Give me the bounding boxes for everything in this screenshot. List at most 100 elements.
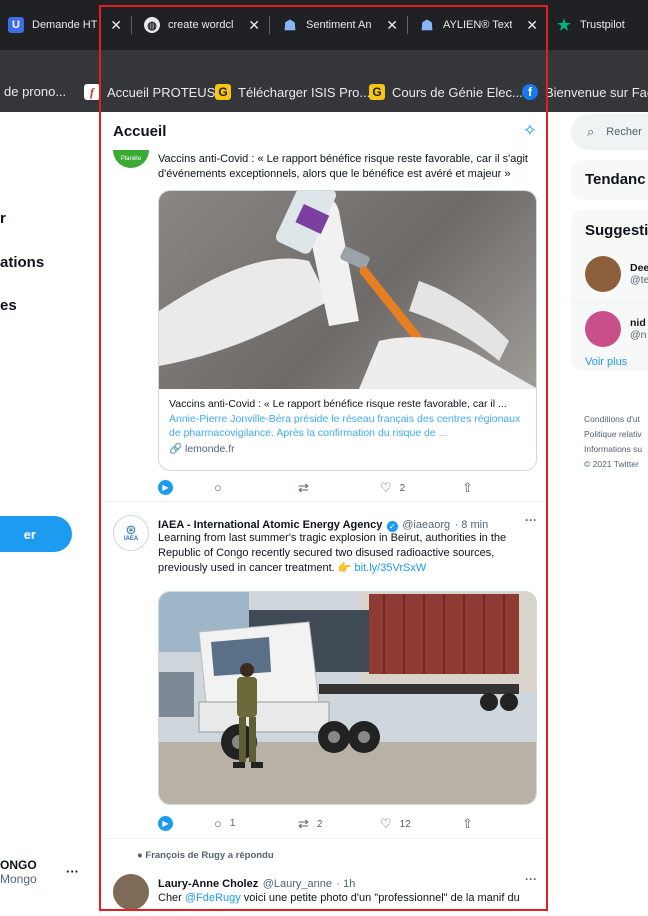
alien-icon: ☗	[420, 16, 434, 33]
retweet-button[interactable]: ⇄ 2	[298, 816, 322, 832]
suggestion-name: Dee	[630, 262, 648, 274]
share-button[interactable]: ⇧	[462, 480, 481, 496]
mention-link[interactable]: @FdeRugy	[185, 892, 241, 904]
timeline-header: Accueil ✧	[101, 112, 547, 150]
close-icon[interactable]: ✕	[248, 17, 260, 34]
more-icon[interactable]: ···	[66, 864, 79, 879]
browser-tab[interactable]: ☗ AYLIEN® Text ✕	[411, 8, 546, 42]
globe-icon: ◍	[144, 17, 160, 33]
tweet-link[interactable]: bit.ly/35VrSxW	[355, 562, 427, 574]
footer-link[interactable]: Conditions d'ut	[584, 412, 642, 427]
tweet-time[interactable]: · 1h	[336, 878, 355, 890]
avatar-label: Planète	[120, 156, 142, 162]
tweet-text: Learning from last summer's tragic explo…	[158, 531, 538, 576]
tweet-actions: ▶ ○ ⇄ ♡ 2 ⇧	[158, 480, 478, 498]
more-icon[interactable]: ···	[525, 513, 537, 527]
tweet-button[interactable]: er	[0, 516, 72, 552]
bookmark-item[interactable]: f Bienvenue sur Face	[522, 84, 648, 100]
bookmark-label: Bienvenue sur Face	[545, 84, 648, 100]
retweet-icon: ⇄	[298, 816, 309, 831]
share-icon: ⇧	[462, 816, 473, 831]
vaccine-illustration	[159, 191, 536, 389]
suggestion-handle: @n	[630, 329, 647, 341]
browser-tab[interactable]: ☗ Sentiment An ✕	[274, 8, 406, 42]
author-handle[interactable]: @Laury_anne	[263, 878, 332, 890]
g-icon: G	[369, 84, 385, 100]
tweet-text: Cher @FdeRugy voici une petite photo d'u…	[158, 891, 538, 906]
tweet-actions: ▶ ○ 1 ⇄ 2 ♡ 12 ⇧	[158, 816, 478, 834]
sparkle-icon[interactable]: ✧	[523, 121, 537, 141]
bookmark-item[interactable]: G Cours de Génie Elec...	[369, 84, 523, 100]
avatar[interactable]	[585, 311, 621, 347]
bookmark-item[interactable]: de prono...	[4, 84, 66, 99]
footer-link[interactable]: Politique relativ	[584, 427, 642, 442]
g-icon: G	[215, 84, 231, 100]
browser-tab[interactable]: ◍ create wordcl ✕	[136, 8, 268, 42]
close-icon[interactable]: ✕	[110, 17, 122, 34]
search-placeholder: Recher	[606, 126, 642, 138]
nav-item[interactable]: r	[0, 210, 6, 227]
author-name[interactable]: IAEA - International Atomic Energy Agenc…	[158, 519, 382, 531]
footer-links: Conditions d'ut Politique relativ Inform…	[584, 412, 642, 472]
nav-item[interactable]: ations	[0, 254, 44, 271]
nav-item[interactable]: es	[0, 297, 17, 314]
retweet-button[interactable]: ⇄	[298, 480, 317, 496]
play-button[interactable]: ▶	[158, 816, 173, 831]
browser-toolbar	[0, 50, 648, 72]
tweet-text-body: Learning from last summer's tragic explo…	[158, 532, 507, 574]
account-name: ONGO	[0, 858, 37, 872]
author-handle[interactable]: @iaeaorg	[402, 519, 450, 531]
play-button[interactable]: ▶	[158, 480, 173, 495]
suggestion-item[interactable]: nid @n	[630, 317, 647, 341]
card-body: Vaccins anti-Covid : « Le rapport bénéfi…	[159, 389, 536, 464]
reply-context-text[interactable]: François de Rugy a répondu	[145, 850, 273, 861]
link-card[interactable]: Vaccins anti-Covid : « Le rapport bénéfi…	[158, 190, 537, 471]
alien-icon: ☗	[283, 16, 297, 33]
bookmark-item[interactable]: G Télécharger ISIS Pro...	[215, 84, 370, 100]
pointing-hand-icon: 👉	[337, 562, 352, 574]
tweet[interactable]: ● François de Rugy a répondu Laury-Anne …	[101, 840, 547, 916]
like-button[interactable]: ♡ 2	[380, 480, 405, 496]
iaea-logo-icon: ⊛	[125, 522, 137, 537]
footer-link[interactable]: Informations su	[584, 442, 642, 457]
truck-photo	[159, 592, 536, 804]
left-sidebar: r ations es er ONGO Mongo ···	[0, 112, 100, 916]
like-button[interactable]: ♡ 12	[380, 816, 411, 832]
share-button[interactable]: ⇧	[462, 816, 481, 832]
tweet-text-rest: voici une petite photo d'un "professionn…	[240, 892, 520, 904]
tab-separator	[407, 16, 408, 34]
see-more-link[interactable]: Voir plus	[585, 356, 627, 368]
browser-tab-bar: U Demande HT ✕ ◍ create wordcl ✕ ☗ Senti…	[0, 0, 648, 50]
browser-tab[interactable]: ★ Trustpilot	[548, 8, 648, 42]
tweet[interactable]: Planète Vaccins anti-Covid : « Le rappor…	[101, 112, 547, 502]
avatar[interactable]	[113, 874, 149, 910]
avatar[interactable]	[585, 256, 621, 292]
ui-icon: U	[8, 17, 24, 33]
browser-tab[interactable]: U Demande HT ✕	[0, 8, 130, 42]
more-icon[interactable]: ···	[525, 872, 537, 886]
main-timeline: Planète Vaccins anti-Covid : « Le rappor…	[100, 112, 548, 916]
play-icon: ▶	[158, 816, 173, 831]
close-icon[interactable]: ✕	[386, 17, 398, 34]
divider	[571, 302, 648, 303]
bookmark-item[interactable]: f Accueil PROTEUS	[84, 84, 215, 100]
tab-title: AYLIEN® Text	[443, 18, 513, 31]
tab-title: Trustpilot	[580, 18, 625, 31]
account-switcher[interactable]: ONGO Mongo	[0, 858, 37, 886]
avatar[interactable]: ⊛ IAEA	[113, 515, 149, 551]
search-input[interactable]: ⌕ Recher	[571, 114, 648, 150]
bookmark-label: Accueil PROTEUS	[107, 84, 216, 100]
retweet-count: 2	[316, 818, 323, 830]
tab-separator	[546, 16, 547, 34]
search-icon: ⌕	[587, 124, 595, 139]
tweet-media[interactable]	[158, 591, 537, 805]
author-name[interactable]: Laury-Anne Cholez	[158, 878, 258, 890]
tweet-time[interactable]: · 8 min	[455, 519, 489, 531]
reply-button[interactable]: ○ 1	[214, 816, 235, 831]
avatar-label: IAEA	[123, 536, 139, 542]
like-count: 2	[399, 482, 406, 494]
tweet[interactable]: ⊛ IAEA IAEA - International Atomic Energ…	[101, 503, 547, 839]
suggestion-item[interactable]: Dee @te	[630, 262, 648, 286]
reply-button[interactable]: ○	[214, 480, 230, 495]
close-icon[interactable]: ✕	[526, 17, 538, 34]
